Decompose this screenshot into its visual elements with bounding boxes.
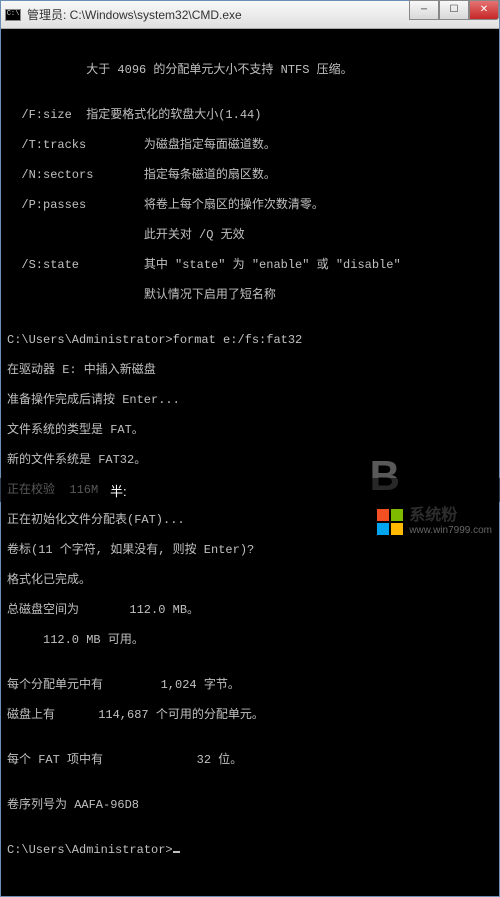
terminal-line: 磁盘上有 114,687 个可用的分配单元。 [7, 708, 493, 723]
ime-status-text: 半: [110, 481, 127, 500]
terminal-line: 每个 FAT 项中有 32 位。 [7, 753, 493, 768]
ime-status-bar: 半: [0, 478, 500, 502]
terminal-line: 总磁盘空间为 112.0 MB。 [7, 603, 493, 618]
terminal-line: 卷标(11 个字符, 如果没有, 则按 Enter)? [7, 543, 493, 558]
watermark-name: 系统粉 [409, 507, 457, 525]
terminal-line: /S:state 其中 "state" 为 "enable" 或 "disabl… [7, 258, 493, 273]
terminal-line: C:\Users\Administrator>format e:/fs:fat3… [7, 333, 493, 348]
terminal-line: 此开关对 /Q 无效 [7, 228, 493, 243]
terminal-line: /T:tracks 为磁盘指定每面磁道数。 [7, 138, 493, 153]
window-controls: ─ ☐ ✕ [409, 0, 499, 20]
titlebar[interactable]: C:\ 管理员: C:\Windows\system32\CMD.exe ─ ☐… [1, 1, 499, 29]
watermark: 系统粉 www.win7999.com [377, 507, 492, 536]
terminal-line: 大于 4096 的分配单元大小不支持 NTFS 压缩。 [7, 63, 493, 78]
terminal-line: 卷序列号为 AAFA-96D8 [7, 798, 493, 813]
terminal-line: 准备操作完成后请按 Enter... [7, 393, 493, 408]
terminal-line: /P:passes 将卷上每个扇区的操作次数清零。 [7, 198, 493, 213]
terminal-line: /F:size 指定要格式化的软盘大小(1.44) [7, 108, 493, 123]
terminal-line: 新的文件系统是 FAT32。 [7, 453, 493, 468]
terminal-line: 文件系统的类型是 FAT。 [7, 423, 493, 438]
minimize-button[interactable]: ─ [409, 0, 439, 20]
terminal-line: 格式化已完成。 [7, 573, 493, 588]
maximize-button[interactable]: ☐ [439, 0, 469, 20]
watermark-logo-icon [377, 509, 403, 535]
watermark-text: 系统粉 www.win7999.com [409, 507, 492, 536]
close-button[interactable]: ✕ [469, 0, 499, 20]
terminal-line: 默认情况下启用了短名称 [7, 288, 493, 303]
cursor [173, 851, 180, 853]
prompt-line: C:\Users\Administrator> [7, 843, 493, 858]
cmd-icon: C:\ [5, 9, 21, 21]
terminal-line: 在驱动器 E: 中插入新磁盘 [7, 363, 493, 378]
window-title: 管理员: C:\Windows\system32\CMD.exe [27, 6, 242, 23]
terminal-line: 112.0 MB 可用。 [7, 633, 493, 648]
terminal-output[interactable]: 大于 4096 的分配单元大小不支持 NTFS 压缩。 /F:size 指定要格… [1, 29, 499, 896]
cmd-window: C:\ 管理员: C:\Windows\system32\CMD.exe ─ ☐… [0, 0, 500, 897]
prompt-text: C:\Users\Administrator> [7, 843, 173, 857]
terminal-line: /N:sectors 指定每条磁道的扇区数。 [7, 168, 493, 183]
watermark-url: www.win7999.com [409, 525, 492, 536]
terminal-line: 每个分配单元中有 1,024 字节。 [7, 678, 493, 693]
